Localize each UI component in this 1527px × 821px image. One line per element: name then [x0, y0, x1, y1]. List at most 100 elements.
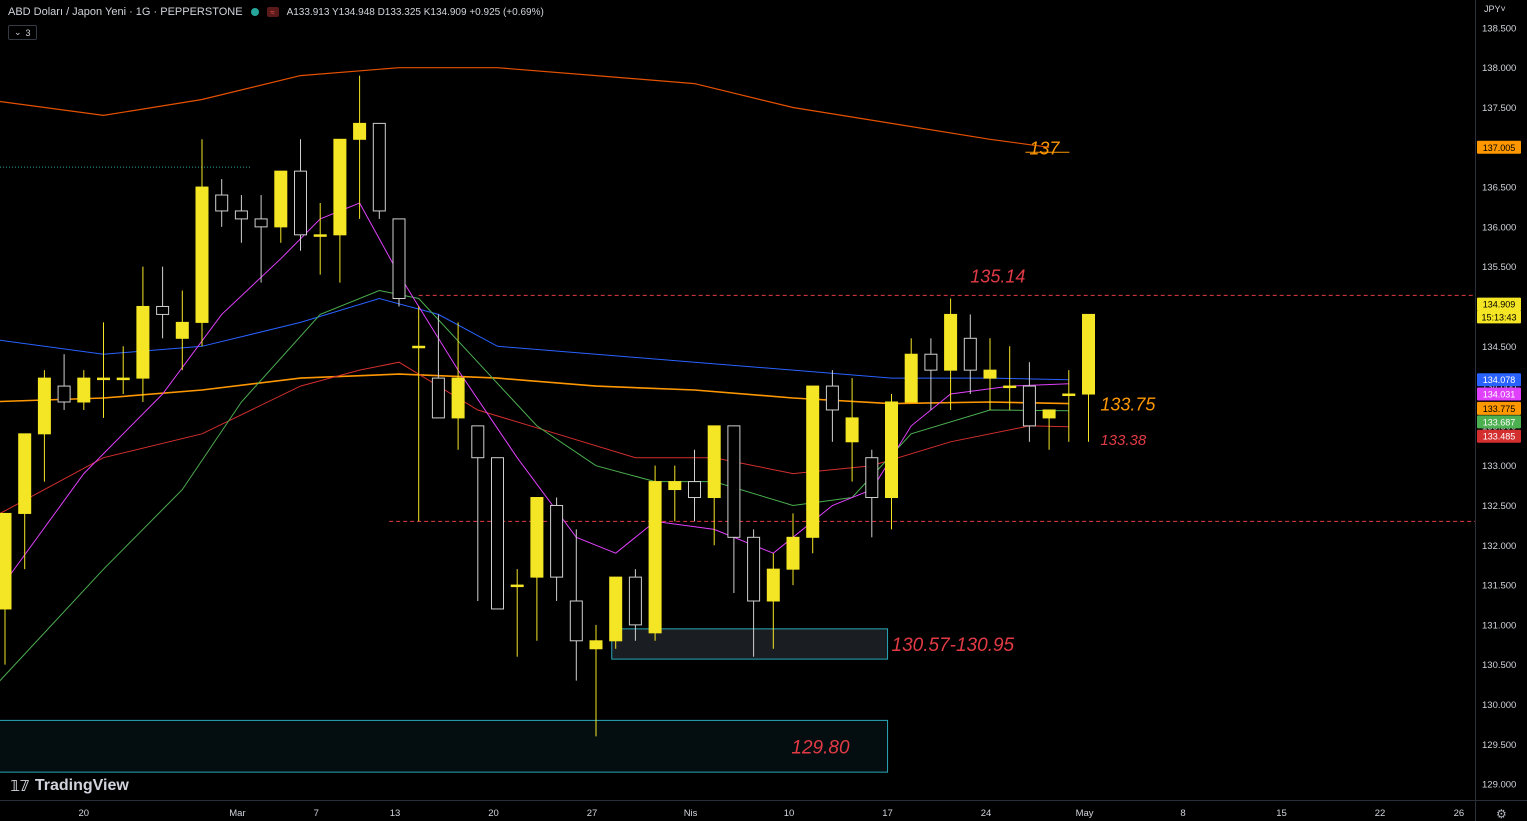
y-tick-label: 131.000 — [1482, 620, 1516, 631]
price-label: 134.078 — [1483, 375, 1516, 385]
candle-body — [648, 481, 662, 634]
candle-body — [333, 138, 347, 236]
price-label: 133.775 — [1483, 404, 1516, 414]
y-tick-label: 130.500 — [1482, 660, 1516, 671]
y-tick-label: 132.000 — [1482, 541, 1516, 552]
zone-label: 129.80 — [791, 737, 850, 758]
candle-body — [57, 385, 71, 403]
candle-body — [786, 536, 800, 570]
candle-body — [688, 481, 701, 499]
candle-body — [530, 497, 544, 578]
y-tick-label: 137.500 — [1482, 103, 1516, 114]
x-tick-label: May — [1076, 808, 1094, 819]
y-tick-label: 135.500 — [1482, 262, 1516, 273]
indicator-toggle[interactable]: ⌄ 3 — [8, 25, 37, 40]
candle-body — [727, 425, 741, 538]
currency-selector[interactable]: JPY˅ — [1484, 4, 1506, 14]
candle-body — [97, 377, 110, 381]
gear-icon[interactable]: ⚙ — [1496, 807, 1507, 821]
x-tick-label: 20 — [79, 808, 90, 819]
candle-body — [491, 457, 504, 610]
support-zone — [611, 628, 889, 660]
x-tick-label: Nis — [684, 808, 698, 819]
candle-body — [865, 457, 879, 499]
candle-body — [77, 377, 91, 403]
price-label: 133.485 — [1483, 432, 1516, 442]
x-tick-label: 8 — [1180, 808, 1185, 819]
candle-body — [18, 433, 32, 514]
candle-body — [353, 122, 367, 140]
candle-body — [510, 584, 524, 588]
candle-body — [1042, 409, 1056, 419]
candle-body — [668, 481, 682, 491]
x-tick-label: 7 — [314, 808, 319, 819]
candle-body — [0, 512, 12, 610]
support-zone — [0, 719, 889, 773]
price-label: 134.031 — [1483, 390, 1516, 400]
y-tick-label: 136.000 — [1482, 222, 1516, 233]
candle-body — [1082, 313, 1095, 395]
price-label: 137.005 — [1483, 143, 1516, 153]
wave-icon: ≈ — [266, 7, 279, 17]
y-tick-label: 130.000 — [1482, 700, 1516, 711]
price-chart[interactable]: 130.57-130.95129.80135.14137133.75133.38… — [0, 0, 1527, 821]
zone-label: 130.57-130.95 — [892, 635, 1015, 656]
y-tick-label: 129.500 — [1482, 740, 1516, 751]
candle-body — [313, 234, 327, 237]
candle-body — [372, 122, 386, 212]
candle-body — [215, 194, 229, 212]
x-tick-label: 27 — [587, 808, 598, 819]
candle-body — [904, 353, 918, 403]
candle-body — [747, 536, 761, 602]
candle-body — [471, 425, 485, 459]
chevron-down-icon: ⌄ — [14, 27, 22, 37]
y-tick-label: 129.000 — [1482, 780, 1516, 791]
y-tick-label: 131.500 — [1482, 581, 1516, 592]
currency-label: JPY — [1484, 4, 1501, 14]
symbol-title[interactable]: ABD Doları / Japon Yeni · 1G · PEPPERSTO… — [8, 6, 243, 18]
y-tick-label: 134.500 — [1482, 342, 1516, 353]
annotation-label: 133.38 — [1100, 432, 1147, 449]
chart-header: ABD Doları / Japon Yeni · 1G · PEPPERSTO… — [8, 6, 544, 18]
y-tick-label: 133.000 — [1482, 461, 1516, 472]
candle-body — [963, 337, 977, 371]
candle-body — [274, 170, 288, 228]
x-tick-label: 22 — [1375, 808, 1386, 819]
market-open-icon — [250, 8, 259, 16]
candle-body — [806, 385, 820, 538]
x-tick-label: 10 — [784, 808, 795, 819]
candle-body — [156, 305, 170, 315]
candle-body — [609, 576, 623, 642]
candle-body — [825, 385, 839, 411]
candle-body — [254, 218, 268, 228]
y-tick-label: 132.500 — [1482, 501, 1516, 512]
candle-body — [136, 305, 150, 379]
candle-body — [175, 321, 189, 339]
candle-body — [431, 377, 445, 419]
y-tick-label: 138.000 — [1482, 63, 1516, 74]
candle-body — [1062, 393, 1076, 397]
candle-body — [37, 377, 51, 435]
x-tick-label: 24 — [981, 808, 992, 819]
ohlc-readout: A133.913 Y134.948 D133.325 K134.909 +0.9… — [286, 6, 544, 18]
x-tick-label: Mar — [229, 808, 245, 819]
chevron-down-icon: ˅ — [1500, 4, 1506, 14]
candle-body — [924, 353, 938, 371]
candle-body — [1003, 385, 1017, 389]
indicator-count: 3 — [25, 27, 31, 38]
level-label: 135.14 — [970, 266, 1025, 286]
y-tick-label: 136.500 — [1482, 183, 1516, 194]
tradingview-logo-icon: 𝟙𝟟 — [10, 778, 30, 795]
tradingview-logo: 𝟙𝟟 TradingView — [10, 777, 129, 795]
candle-body — [234, 210, 248, 220]
x-tick-label: 13 — [390, 808, 401, 819]
candle-body — [116, 377, 130, 381]
candle-body — [707, 425, 721, 499]
candle-body — [589, 640, 603, 650]
annotation-label: 133.75 — [1100, 395, 1156, 415]
annotation-label: 137 — [1029, 138, 1060, 158]
price-label: 15:13:43 — [1481, 312, 1516, 322]
candle-body — [392, 218, 406, 300]
candle-body — [1022, 385, 1036, 427]
y-tick-label: 138.500 — [1482, 23, 1516, 34]
